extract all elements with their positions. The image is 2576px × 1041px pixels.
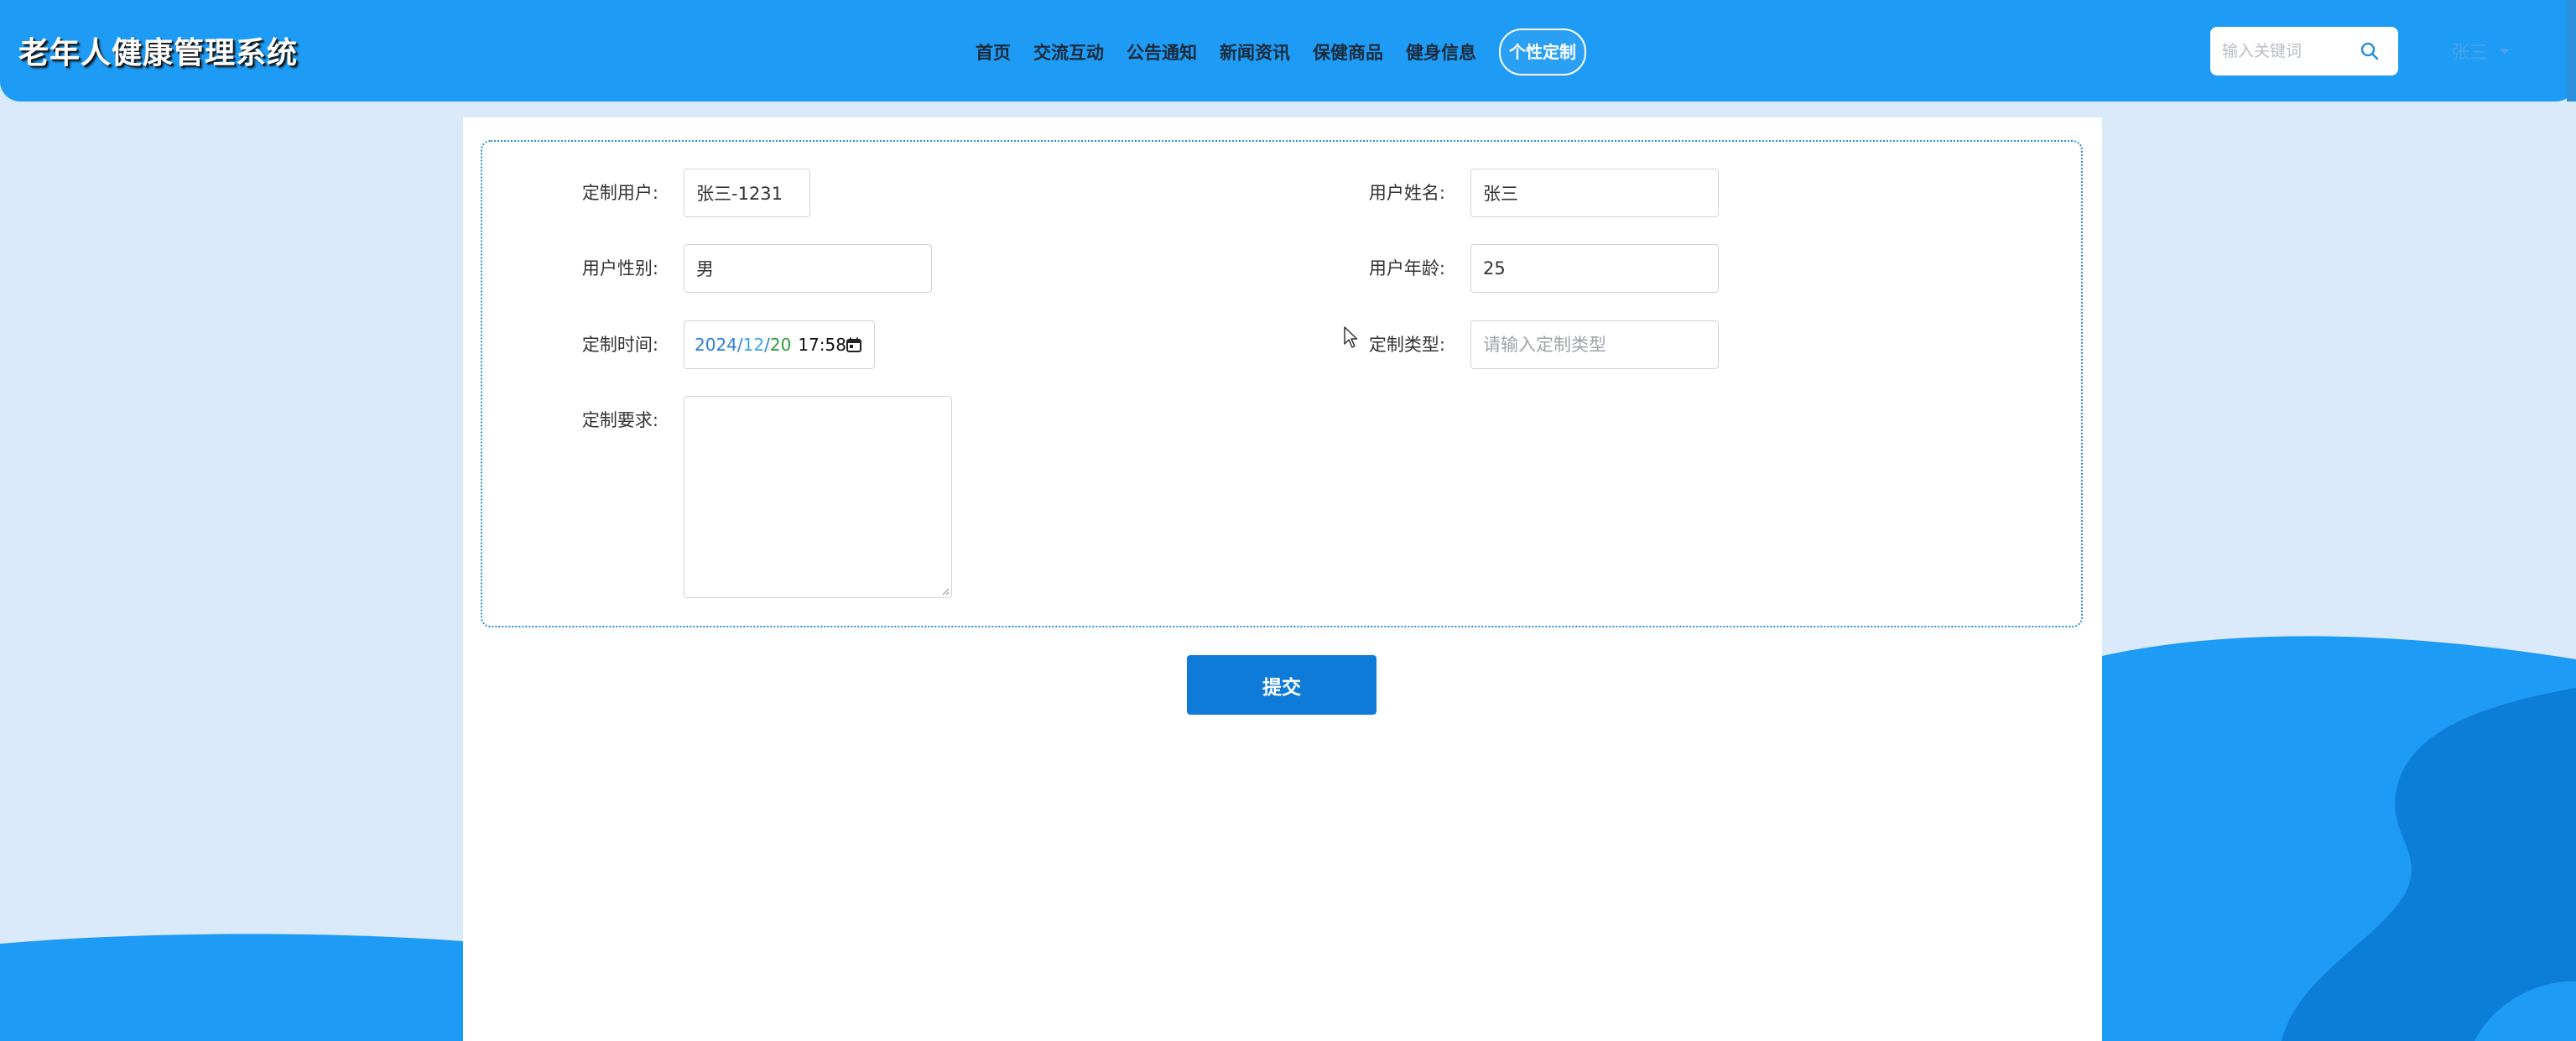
nav-item-customization[interactable]: 个性定制 — [1499, 29, 1586, 75]
main-nav: 首页 交流互动 公告通知 新闻资讯 保健商品 健身信息 个性定制 — [976, 29, 1586, 75]
custom-time-picker[interactable]: 2024/12/20 17:58 — [684, 320, 875, 369]
user-name-label: 用户姓名: — [1368, 183, 1445, 203]
nav-item-interaction[interactable]: 交流互动 — [1033, 39, 1104, 65]
date-separator: / — [764, 335, 770, 355]
resize-grip-icon[interactable] — [941, 587, 950, 596]
user-menu[interactable]: 张三 — [2451, 38, 2511, 65]
date-month: 12 — [742, 335, 765, 355]
nav-item-home[interactable]: 首页 — [976, 39, 1011, 65]
date-day: 20 — [769, 335, 792, 355]
site-title: 老年人健康管理系统 — [18, 36, 299, 70]
nav-item-notices[interactable]: 公告通知 — [1127, 39, 1197, 65]
calendar-icon[interactable] — [846, 336, 862, 353]
custom-time-label: 定制时间: — [581, 335, 658, 355]
search-box — [2210, 27, 2398, 75]
user-age-field[interactable] — [1470, 244, 1719, 293]
search-input[interactable] — [2220, 41, 2366, 61]
custom-form: 定制用户: 用户姓名: 用户性别: 用户年龄: 定制时间: 2024/12/20… — [481, 140, 2083, 627]
user-gender-label: 用户性别: — [581, 258, 658, 278]
top-header: 老年人健康管理系统 首页 交流互动 公告通知 新闻资讯 保健商品 健身信息 个性… — [0, 0, 2576, 101]
date-time: 17:58 — [798, 335, 846, 355]
custom-type-label: 定制类型: — [1368, 335, 1445, 355]
nav-item-health-products[interactable]: 保健商品 — [1313, 39, 1383, 65]
nav-item-news[interactable]: 新闻资讯 — [1220, 39, 1290, 65]
custom-user-field[interactable] — [684, 169, 810, 217]
user-age-label: 用户年龄: — [1368, 258, 1445, 278]
mouse-cursor-icon — [1344, 326, 1358, 348]
nav-item-fitness[interactable]: 健身信息 — [1406, 39, 1476, 65]
date-separator: / — [736, 335, 743, 355]
submit-button[interactable]: 提交 — [1187, 655, 1376, 715]
custom-type-field[interactable] — [1470, 320, 1719, 369]
chevron-down-icon — [2500, 48, 2511, 55]
custom-requirement-label: 定制要求: — [581, 410, 658, 430]
custom-user-label: 定制用户: — [581, 183, 658, 203]
user-name: 张三 — [2451, 43, 2489, 64]
window-edge — [2567, 0, 2576, 101]
user-gender-field[interactable] — [684, 244, 932, 293]
user-name-field[interactable] — [1470, 169, 1719, 217]
custom-requirement-textarea[interactable] — [684, 396, 952, 598]
main-panel: 定制用户: 用户姓名: 用户性别: 用户年龄: 定制时间: 2024/12/20… — [463, 117, 2102, 1041]
date-year: 2024 — [695, 335, 737, 355]
search-icon[interactable] — [2360, 41, 2380, 61]
